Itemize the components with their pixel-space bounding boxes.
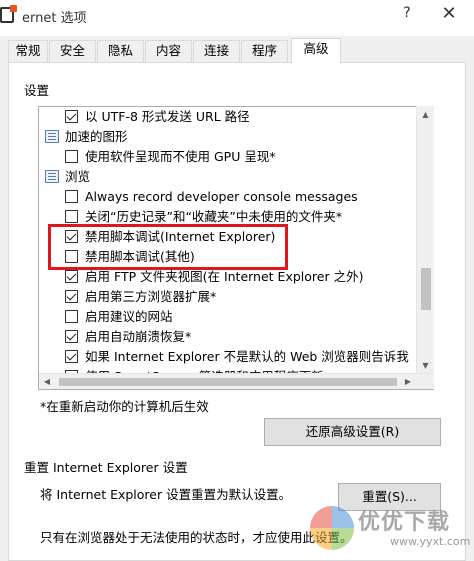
tab-content[interactable]: 内容 [145, 40, 192, 62]
setting-label: 使用软件呈现而不使用 GPU 呈现* [85, 149, 276, 164]
tab-security[interactable]: 安全 [49, 40, 96, 62]
internet-options-icon [0, 5, 20, 27]
list-item[interactable]: 以 UTF-8 形式发送 URL 路径 [39, 107, 417, 127]
checkbox[interactable] [65, 270, 78, 283]
setting-label: 如果 Internet Explorer 不是默认的 Web 浏览器则告诉我 [85, 349, 409, 364]
tab-programs[interactable]: 程序 [241, 40, 288, 62]
list-item[interactable]: 使用软件呈现而不使用 GPU 呈现* [39, 147, 417, 167]
watermark-url: www.yyxt.com [390, 535, 471, 548]
category-icon [45, 170, 59, 183]
checkbox[interactable] [65, 110, 78, 123]
scrollbar-thumb[interactable] [59, 378, 397, 386]
list-item: 加速的图形 [39, 127, 417, 147]
tab-privacy[interactable]: 隐私 [97, 40, 144, 62]
list-item[interactable]: 启用自动崩溃恢复* [39, 327, 417, 347]
checkbox[interactable] [65, 190, 78, 203]
scroll-down-icon[interactable]: ▼ [417, 357, 434, 374]
category-label: 浏览 [65, 169, 91, 184]
reset-description: 将 Internet Explorer 设置重置为默认设置。 [40, 487, 292, 502]
reset-note: 只有在浏览器处于无法使用的状态时，才应使用此设置。 [40, 530, 353, 545]
checkbox[interactable] [65, 150, 78, 163]
checkbox[interactable] [65, 350, 78, 363]
category-label: 加速的图形 [65, 129, 128, 144]
restore-advanced-settings-button[interactable]: 还原高级设置(R) [264, 418, 441, 446]
checkbox[interactable] [65, 310, 78, 323]
checkbox[interactable] [65, 290, 78, 303]
scroll-left-icon[interactable]: ◀ [39, 374, 55, 390]
list-item[interactable]: Always record developer console messages [39, 187, 417, 207]
watermark-logo-icon [310, 506, 354, 550]
setting-label: 启用自动崩溃恢复* [85, 329, 192, 344]
tab-advanced[interactable]: 高级 [291, 38, 341, 64]
restart-note: *在重新启动你的计算机后生效 [40, 399, 209, 414]
watermark: 优优下载 www.yyxt.com [310, 502, 474, 561]
vertical-scrollbar[interactable]: ▲ ▼ [416, 106, 434, 374]
help-button[interactable]: ? [398, 5, 416, 21]
highlight-box [48, 224, 288, 270]
list-item: 浏览 [39, 167, 417, 187]
window-title: ernet 选项 [22, 11, 87, 26]
list-item[interactable]: 启用第三方浏览器扩展* [39, 287, 417, 307]
tab-connections[interactable]: 连接 [193, 40, 240, 62]
checkbox[interactable] [65, 210, 78, 223]
checkbox[interactable] [65, 330, 78, 343]
setting-label: 启用建议的网站 [85, 309, 173, 324]
scroll-up-icon[interactable]: ▲ [417, 106, 434, 123]
scroll-right-icon[interactable]: ▶ [400, 374, 416, 390]
setting-label: Always record developer console messages [85, 189, 358, 204]
close-button[interactable]: ✕ [438, 3, 460, 24]
list-item[interactable]: 启用建议的网站 [39, 307, 417, 327]
category-icon [45, 130, 59, 143]
horizontal-scrollbar[interactable]: ◀ ▶ [39, 373, 434, 389]
setting-label: 启用第三方浏览器扩展* [85, 289, 217, 304]
scrollbar-thumb[interactable] [421, 268, 431, 310]
setting-label: 启用 FTP 文件夹视图(在 Internet Explorer 之外) [85, 269, 364, 284]
setting-label: 以 UTF-8 形式发送 URL 路径 [85, 109, 250, 124]
settings-group-label: 设置 [24, 83, 50, 98]
tab-general[interactable]: 常规 [8, 40, 48, 62]
list-item[interactable]: 启用 FTP 文件夹视图(在 Internet Explorer 之外) [39, 267, 417, 287]
watermark-text: 优优下载 [358, 510, 451, 535]
list-item[interactable]: 如果 Internet Explorer 不是默认的 Web 浏览器则告诉我 [39, 347, 417, 367]
reset-section-title: 重置 Internet Explorer 设置 [24, 460, 188, 475]
title-bar: ernet 选项 ? ✕ [0, 0, 474, 36]
